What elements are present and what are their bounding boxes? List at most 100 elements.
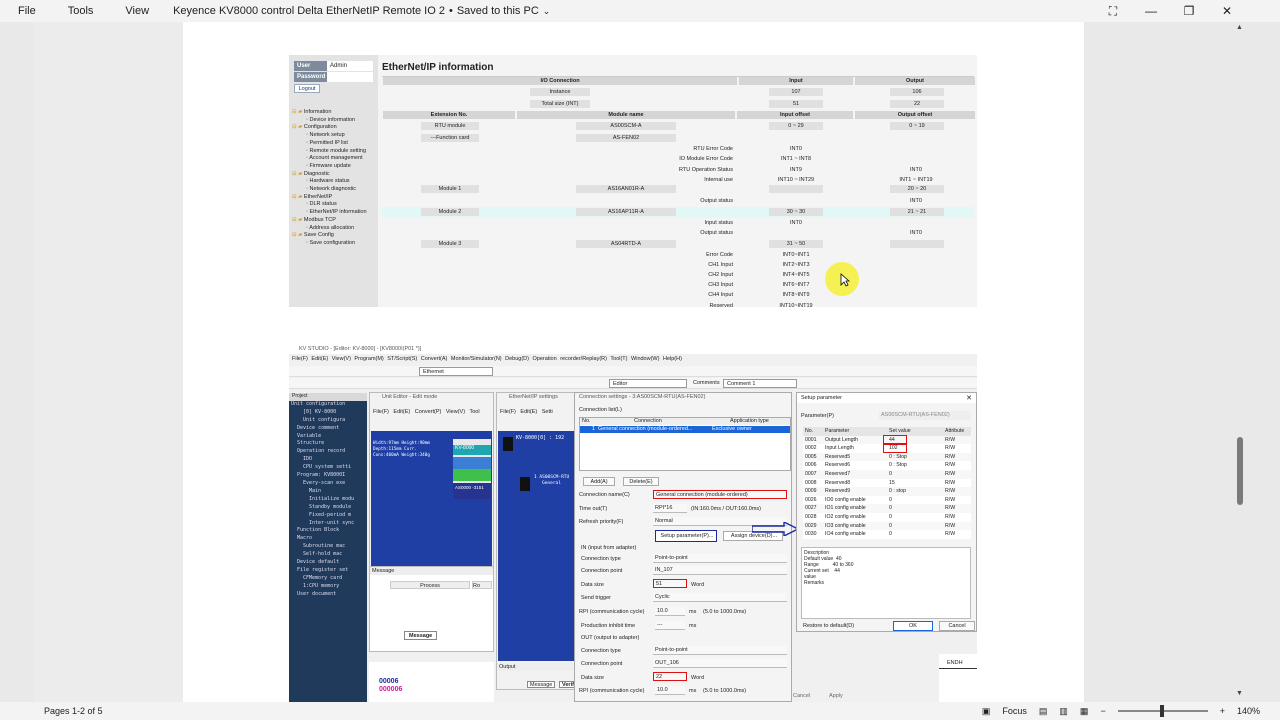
chevron-down-icon[interactable]: ⌄: [543, 6, 551, 17]
comment-combo[interactable]: Comment 1: [723, 379, 797, 388]
logout-button[interactable]: Logout: [294, 84, 320, 93]
in-rpi-field[interactable]: 10.0: [655, 607, 685, 616]
project-tree-item[interactable]: Variable: [291, 433, 367, 441]
small-apply[interactable]: Apply: [829, 693, 843, 699]
setup-parameter-button[interactable]: Setup parameter(P)...: [655, 530, 717, 542]
add-button[interactable]: Add(A): [583, 477, 615, 486]
project-tree-item[interactable]: Unit configura: [291, 417, 367, 425]
project-tree-item[interactable]: Unit configuration: [291, 401, 367, 409]
mode-combo[interactable]: Editor: [609, 379, 687, 388]
project-tree-item[interactable]: Standby module: [291, 504, 367, 512]
nav-item[interactable]: EtherNet/IP information: [292, 209, 378, 217]
nav-item[interactable]: DLR status: [292, 201, 378, 209]
project-tree-item[interactable]: Subroutine mac: [291, 543, 367, 551]
scroll-down-icon[interactable]: ▼: [1236, 690, 1243, 697]
focus-icon[interactable]: ▣: [982, 706, 991, 717]
project-tree-item[interactable]: Device comment: [291, 425, 367, 433]
print-layout-icon[interactable]: ▥: [1059, 706, 1068, 717]
param-row[interactable]: 0028 IO2 config enable 0 R/W: [803, 513, 971, 522]
nav-item[interactable]: Hardware status: [292, 178, 378, 186]
conn-row[interactable]: 1 General connection (module-ordered... …: [580, 426, 790, 433]
project-tree-item[interactable]: CFMemory card: [291, 575, 367, 583]
project-tree-item[interactable]: Every-scan exe: [291, 480, 367, 488]
project-tree-item[interactable]: IDO: [291, 456, 367, 464]
param-row[interactable]: 0006 Reserved6 0 : Stop R/W: [803, 461, 971, 470]
cancel-button[interactable]: Cancel: [939, 621, 975, 631]
send-trigger-select[interactable]: Cyclic: [653, 593, 787, 602]
menu-tools[interactable]: Tools: [68, 5, 94, 17]
param-row[interactable]: 0027 IO1 config enable 0 R/W: [803, 504, 971, 513]
unit-label[interactable]: KV-8000: [453, 445, 491, 455]
param-row[interactable]: 0026 IO0 config enable 0 R/W: [803, 495, 971, 505]
nav-group[interactable]: Information: [292, 109, 378, 117]
nav-group[interactable]: Save Config: [292, 232, 378, 240]
in-conn-type-select[interactable]: Point-to-point: [653, 554, 787, 563]
param-row[interactable]: 0030 IO4 config enable 0 R/W: [803, 530, 971, 539]
nav-item[interactable]: Remote module setting: [292, 148, 378, 156]
project-tree-item[interactable]: Device default: [291, 559, 367, 567]
conn-name-field[interactable]: General connection (module-ordered): [653, 490, 787, 499]
nav-item[interactable]: Firmware update: [292, 163, 378, 171]
project-tree-item[interactable]: Structure: [291, 440, 367, 448]
project-tree-item[interactable]: Main: [291, 488, 367, 496]
param-row[interactable]: 0005 Reserved5 0 : Stop R/W: [803, 452, 971, 462]
nav-item[interactable]: Permitted IP list: [292, 140, 378, 148]
nav-item[interactable]: Save configuration: [292, 240, 378, 248]
zoom-out-button[interactable]: −: [1100, 706, 1105, 716]
document-title[interactable]: Keyence KV8000 control Delta EtherNetIP …: [173, 5, 445, 17]
project-tree-item[interactable]: Program: KV8000I: [291, 472, 367, 480]
close-button[interactable]: ✕: [1216, 2, 1238, 20]
project-tree-item[interactable]: Fixed-period m: [291, 512, 367, 520]
delete-button[interactable]: Delete(E): [623, 477, 659, 486]
nav-item[interactable]: Network setup: [292, 132, 378, 140]
minimize-button[interactable]: —: [1140, 2, 1162, 20]
nav-item[interactable]: Device information: [292, 117, 378, 125]
zoom-slider[interactable]: [1117, 705, 1208, 717]
nav-item[interactable]: Network diagnostic: [292, 186, 378, 194]
nav-group[interactable]: EtherNet/IP: [292, 194, 378, 202]
small-cancel[interactable]: Cancel: [793, 693, 810, 699]
kv-menubar[interactable]: File(F) Edit(E) View(V) Program(M) ST/Sc…: [289, 354, 977, 365]
project-tree-item[interactable]: User document: [291, 591, 367, 599]
read-mode-icon[interactable]: ▤: [1039, 706, 1048, 717]
connection-combo[interactable]: Ethernet: [419, 367, 493, 376]
eip-node[interactable]: KV-8000[0] : 192: [516, 435, 564, 441]
message-tab[interactable]: Message: [404, 631, 438, 640]
out-conn-point-select[interactable]: OUT_106: [653, 659, 787, 668]
unit-editor-menu[interactable]: File(F) Edit(E) Convert(P) View(V) Tool: [370, 408, 493, 417]
menu-file[interactable]: File: [18, 5, 36, 17]
project-tree-item[interactable]: Self-hold mac: [291, 551, 367, 559]
project-tree-item[interactable]: Operation record: [291, 448, 367, 456]
menu-view[interactable]: View: [125, 5, 149, 17]
project-tree-item[interactable]: Inter-unit sync: [291, 520, 367, 528]
project-tree-item[interactable]: 1:CPU memory: [291, 583, 367, 591]
out-conn-type-select[interactable]: Point-to-point: [653, 646, 787, 655]
param-row[interactable]: 0009 Reserved9 0 : stop R/W: [803, 487, 971, 496]
focus-button[interactable]: Focus: [1002, 706, 1027, 716]
save-state[interactable]: Saved to this PC: [457, 5, 539, 17]
output-tab-message[interactable]: Message: [527, 681, 556, 688]
crop-icon[interactable]: ⛶: [1102, 2, 1124, 20]
out-rpi-field[interactable]: 10.0: [655, 686, 685, 695]
project-tree-item[interactable]: [0] KV-8000: [291, 409, 367, 417]
password-field[interactable]: [327, 72, 373, 82]
nav-group[interactable]: Modbus TCP: [292, 217, 378, 225]
param-row[interactable]: 0008 Reserved8 15 R/W: [803, 478, 971, 488]
project-tree-item[interactable]: Function Block: [291, 527, 367, 535]
param-row[interactable]: 0029 IO3 config enable 0 R/W: [803, 521, 971, 531]
project-tree-item[interactable]: Macro: [291, 535, 367, 543]
param-select[interactable]: AS00SCM-RTU(AS-FEN02): [879, 411, 971, 420]
nav-item[interactable]: Account management: [292, 155, 378, 163]
zoom-level[interactable]: 140%: [1237, 706, 1260, 716]
close-icon[interactable]: ✕: [966, 394, 972, 402]
in-data-size-field[interactable]: 51: [653, 579, 687, 588]
eip-settings-menu[interactable]: File(F) Edit(E) Setti: [497, 408, 575, 417]
zoom-in-button[interactable]: +: [1220, 706, 1225, 716]
project-tree-item[interactable]: CPU system setti: [291, 464, 367, 472]
inhibit-field[interactable]: ---: [655, 621, 685, 630]
nav-item[interactable]: Address allocation: [292, 225, 378, 233]
scroll-thumb[interactable]: [1237, 437, 1243, 505]
in-conn-point-select[interactable]: IN_107: [653, 566, 787, 575]
out-data-size-field[interactable]: 22: [653, 672, 687, 681]
vertical-scrollbar[interactable]: ▲ ▼: [1236, 22, 1246, 702]
